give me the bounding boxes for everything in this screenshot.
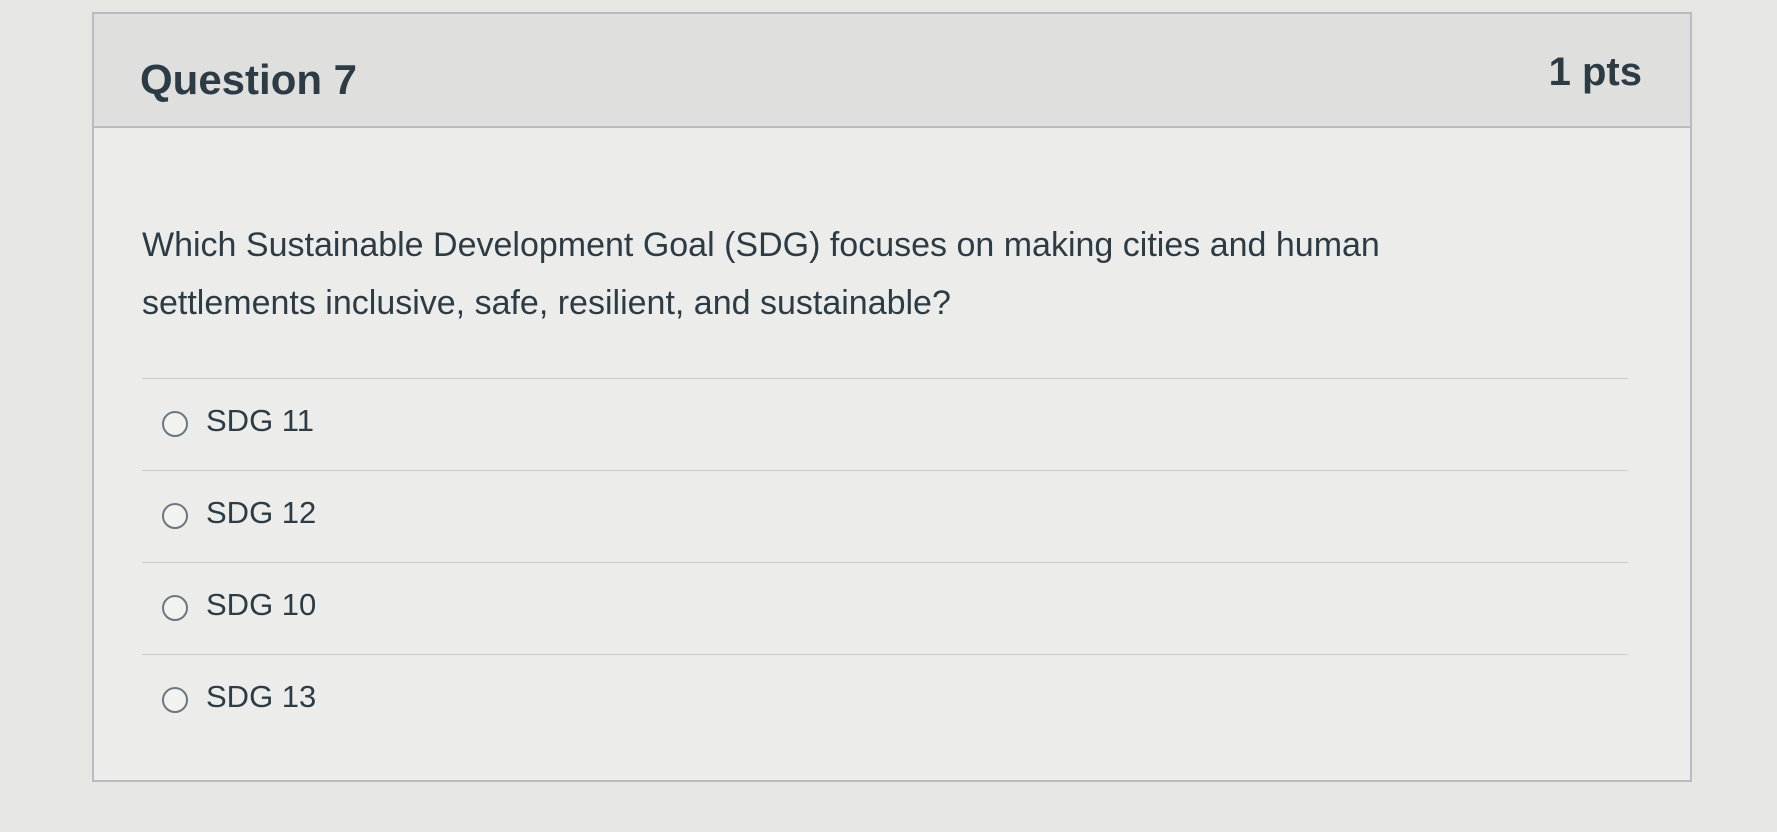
radio-button[interactable] (162, 411, 188, 437)
answer-label[interactable]: SDG 11 (206, 403, 314, 439)
answer-label[interactable]: SDG 10 (206, 587, 316, 623)
question-title: Question 7 (140, 56, 358, 103)
radio-button[interactable] (162, 503, 188, 529)
answer-option-sdg-10[interactable]: SDG 10 (142, 562, 1628, 654)
answer-option-sdg-12[interactable]: SDG 12 (142, 470, 1628, 562)
question-points: 1 pts (1548, 50, 1642, 94)
question-text: Which Sustainable Development Goal (SDG)… (142, 226, 1380, 322)
radio-button[interactable] (162, 595, 188, 621)
answer-label[interactable]: SDG 12 (206, 495, 316, 531)
answer-list: SDG 11 SDG 12 SDG 10 SDG 13 (142, 378, 1628, 746)
question-card: Question 7 1 pts Which Sustainable Devel… (92, 12, 1692, 782)
answer-option-sdg-13[interactable]: SDG 13 (142, 654, 1628, 746)
radio-button[interactable] (162, 687, 188, 713)
answer-option-sdg-11[interactable]: SDG 11 (142, 378, 1628, 470)
question-header: Question 7 1 pts (94, 14, 1690, 128)
answer-label[interactable]: SDG 13 (206, 679, 316, 715)
